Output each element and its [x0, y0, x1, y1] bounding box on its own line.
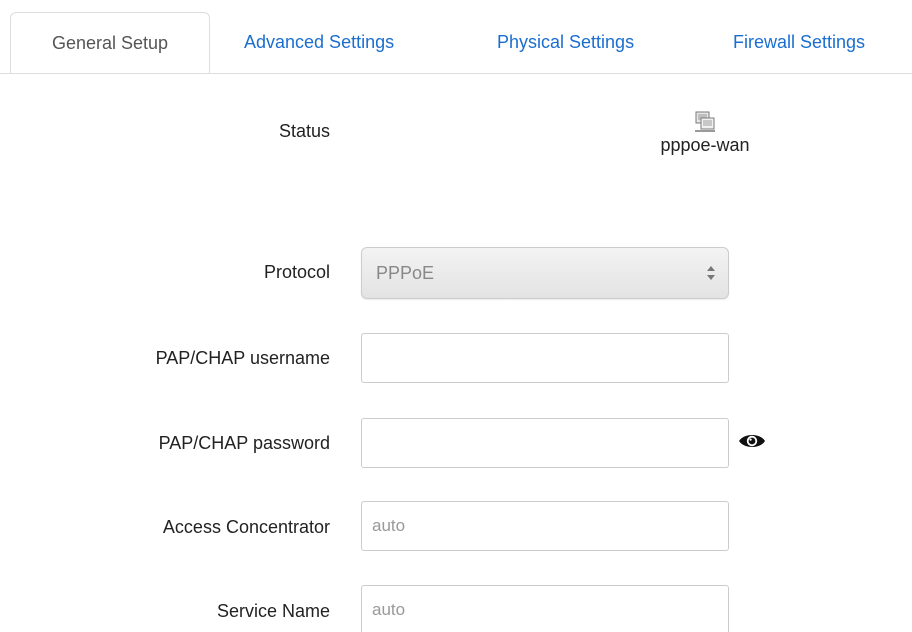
- access-concentrator-input[interactable]: [361, 501, 729, 551]
- select-arrows-icon: [707, 266, 715, 280]
- service-name-label: Service Name: [216, 601, 330, 621]
- interface-name: pppoe-wan: [660, 135, 750, 155]
- tab-bar: General Setup Advanced Settings Physical…: [0, 0, 912, 74]
- status-value: pppoe-wan: [645, 110, 765, 156]
- eye-icon[interactable]: [738, 432, 766, 450]
- password-label: PAP/CHAP password: [158, 433, 330, 453]
- protocol-select[interactable]: PPPoE: [361, 247, 729, 299]
- status-label: Status: [278, 121, 330, 141]
- protocol-value: PPPoE: [376, 263, 435, 283]
- tab-divider: [0, 73, 912, 74]
- network-interface-icon: [695, 111, 715, 132]
- tab-advanced-settings[interactable]: Advanced Settings: [244, 12, 394, 73]
- tab-firewall-settings[interactable]: Firewall Settings: [733, 12, 865, 73]
- interface-config-page: General Setup Advanced Settings Physical…: [0, 0, 912, 632]
- service-name-input[interactable]: [361, 585, 729, 632]
- password-input[interactable]: [361, 418, 729, 468]
- tab-physical-settings[interactable]: Physical Settings: [497, 12, 634, 73]
- username-label: PAP/CHAP username: [155, 348, 330, 368]
- username-input[interactable]: [361, 333, 729, 383]
- protocol-label: Protocol: [263, 262, 330, 282]
- tab-general-setup[interactable]: General Setup: [10, 12, 210, 74]
- access-concentrator-label: Access Concentrator: [162, 517, 330, 537]
